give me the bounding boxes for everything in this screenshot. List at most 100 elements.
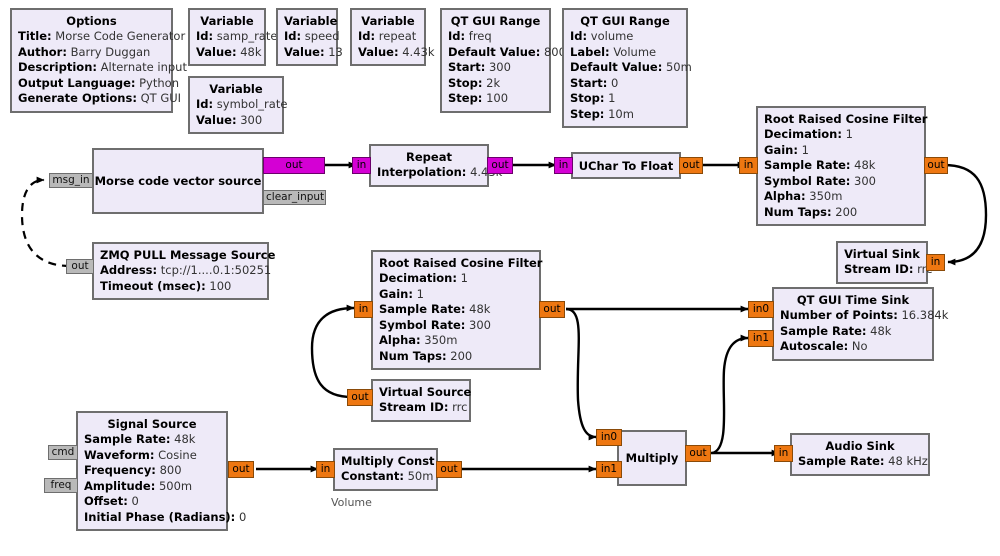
field-alpha: Alpha: 350m: [379, 333, 458, 347]
block-title: UChar To Float: [578, 158, 674, 173]
field-gain: Gain: 1: [764, 142, 809, 157]
block-zmq-pull-message-source[interactable]: ZMQ PULL Message Source Address: tcp://1…: [92, 242, 276, 300]
field-gain: Gain: 1: [379, 286, 424, 301]
field-value: Value: 13: [284, 44, 343, 59]
block-variable-samp-rate[interactable]: Variable Id: samp_rate Value: 48k: [188, 8, 278, 66]
field-default-value: Default Value: 800: [448, 44, 566, 59]
port-virtual-source-out[interactable]: out: [347, 389, 373, 406]
block-title: QT GUI Time Sink: [796, 293, 910, 307]
block-title: Variable: [284, 14, 338, 28]
block-title: Virtual Sink: [844, 247, 920, 261]
port-multiply-in1[interactable]: in1: [596, 461, 622, 478]
field-stop: Stop: 1: [570, 91, 616, 105]
field-initial-phase: Initial Phase (Radians): 0: [84, 509, 247, 524]
port-audio-sink-in[interactable]: in: [774, 445, 793, 462]
block-rrc-filter-middle[interactable]: Root Raised Cosine Filter Decimation: 1 …: [371, 250, 543, 370]
block-rrc-filter-top[interactable]: Root Raised Cosine Filter Decimation: 1 …: [756, 106, 928, 226]
block-title: Repeat: [406, 150, 452, 164]
port-signal-source-out[interactable]: out: [228, 461, 254, 478]
field-stream-id: Stream ID: rrc: [379, 400, 468, 414]
port-time-sink-in1[interactable]: in1: [748, 330, 774, 347]
port-signal-source-freq[interactable]: freq: [44, 478, 78, 493]
port-rrc-top-out[interactable]: out: [924, 157, 948, 174]
field-offset: Offset: 0: [84, 494, 139, 508]
block-variable-speed[interactable]: Variable Id: speed Value: 13: [276, 8, 343, 66]
port-rrc-mid-in[interactable]: in: [354, 301, 373, 318]
port-multiply-const-in[interactable]: in: [316, 461, 335, 478]
field-sample-rate: Sample Rate: 48k: [84, 432, 196, 446]
field-value: Value: 4.43k: [358, 44, 435, 59]
block-uchar-to-float[interactable]: UChar To Float: [571, 152, 681, 179]
block-virtual-source[interactable]: Virtual Source Stream ID: rrc: [371, 379, 471, 422]
block-multiply[interactable]: Multiply: [617, 430, 687, 486]
block-title: Multiply: [625, 451, 679, 465]
field-id: Id: samp_rate: [196, 29, 278, 43]
field-step: Step: 10m: [570, 106, 634, 121]
port-zmq-out[interactable]: out: [66, 259, 94, 274]
field-sample-rate: Sample Rate: 48k: [379, 302, 491, 316]
field-sample-rate: Sample Rate: 48 kHz: [798, 454, 928, 468]
block-virtual-sink[interactable]: Virtual Sink Stream ID: rrc: [836, 241, 933, 284]
block-title: Variable: [209, 82, 263, 96]
port-morse-out[interactable]: out: [263, 157, 325, 174]
block-morse-code-vector-source[interactable]: Morse code vector source: [92, 148, 264, 214]
block-qtgui-range-freq[interactable]: QT GUI Range Id: freq Default Value: 800…: [440, 8, 566, 113]
field-sample-rate: Sample Rate: 48k: [780, 323, 892, 338]
field-id: Id: symbol_rate: [196, 97, 288, 111]
field-constant: Constant: 50m: [341, 469, 434, 483]
block-signal-source[interactable]: Signal Source Sample Rate: 48k Waveform:…: [76, 411, 247, 531]
field-symbol-rate: Symbol Rate: 300: [379, 317, 491, 332]
block-title: QT GUI Range: [450, 14, 541, 28]
block-title: Audio Sink: [825, 439, 895, 453]
field-output-language: Output Language: Python: [18, 75, 179, 90]
multiply-const-caption: Volume: [331, 496, 372, 509]
field-num-taps: Num Taps: 200: [379, 348, 473, 363]
block-title: Variable: [361, 14, 415, 28]
port-virtual-sink-in[interactable]: in: [926, 254, 945, 271]
block-title: Signal Source: [107, 417, 197, 431]
field-stop: Stop: 2k: [448, 75, 501, 90]
field-alpha: Alpha: 350m: [764, 189, 843, 203]
flowgraph-canvas[interactable]: Options Title: Morse Code Generator Auth…: [0, 0, 1000, 556]
field-decimation: Decimation: 1: [379, 271, 468, 285]
port-repeat-out[interactable]: out: [487, 157, 513, 174]
field-number-of-points: Number of Points: 16.384k: [780, 308, 949, 322]
block-options[interactable]: Options Title: Morse Code Generator Auth…: [10, 8, 187, 113]
field-default-value: Default Value: 50m: [570, 60, 692, 74]
port-morse-clear-input[interactable]: clear_input: [263, 190, 326, 205]
block-variable-repeat[interactable]: Variable Id: repeat Value: 4.43k: [350, 8, 435, 66]
block-multiply-const[interactable]: Multiply Const Constant: 50m: [333, 448, 438, 491]
block-audio-sink[interactable]: Audio Sink Sample Rate: 48 kHz: [790, 433, 930, 476]
port-uchar-out[interactable]: out: [679, 157, 703, 174]
field-autoscale: Autoscale: No: [780, 339, 868, 353]
field-author: Author: Barry Duggan: [18, 44, 151, 59]
field-id: Id: repeat: [358, 29, 417, 43]
port-rrc-mid-out[interactable]: out: [539, 301, 565, 318]
port-multiply-out[interactable]: out: [685, 445, 711, 462]
block-qtgui-range-volume[interactable]: QT GUI Range Id: volume Label: Volume De…: [562, 8, 692, 128]
block-qtgui-time-sink[interactable]: QT GUI Time Sink Number of Points: 16.38…: [772, 287, 949, 361]
field-id: Id: freq: [448, 29, 492, 43]
port-repeat-in[interactable]: in: [352, 157, 371, 174]
block-repeat[interactable]: Repeat Interpolation: 4.43k: [369, 144, 502, 187]
field-start: Start: 300: [448, 60, 511, 74]
port-uchar-in[interactable]: in: [554, 157, 573, 174]
block-title: ZMQ PULL Message Source: [100, 248, 276, 262]
field-stream-id: Stream ID: rrc: [844, 262, 933, 276]
port-morse-msg-in[interactable]: msg_in: [49, 173, 93, 188]
block-title: Root Raised Cosine Filter: [764, 112, 928, 126]
field-generate-options: Generate Options: QT GUI: [18, 91, 182, 105]
block-title: QT GUI Range: [580, 14, 670, 28]
port-multiply-const-out[interactable]: out: [436, 461, 462, 478]
block-title: Options: [66, 14, 117, 28]
block-title: Morse code vector source: [94, 174, 262, 188]
port-time-sink-in0[interactable]: in0: [748, 301, 774, 318]
port-rrc-top-in[interactable]: in: [739, 157, 758, 174]
block-variable-symbol-rate[interactable]: Variable Id: symbol_rate Value: 300: [188, 76, 288, 134]
field-value: Value: 300: [196, 112, 263, 127]
port-multiply-in0[interactable]: in0: [596, 429, 622, 446]
port-signal-source-cmd[interactable]: cmd: [48, 445, 78, 460]
field-waveform: Waveform: Cosine: [84, 447, 197, 462]
block-title: Root Raised Cosine Filter: [379, 256, 543, 270]
field-title: Title: Morse Code Generator: [18, 29, 186, 43]
